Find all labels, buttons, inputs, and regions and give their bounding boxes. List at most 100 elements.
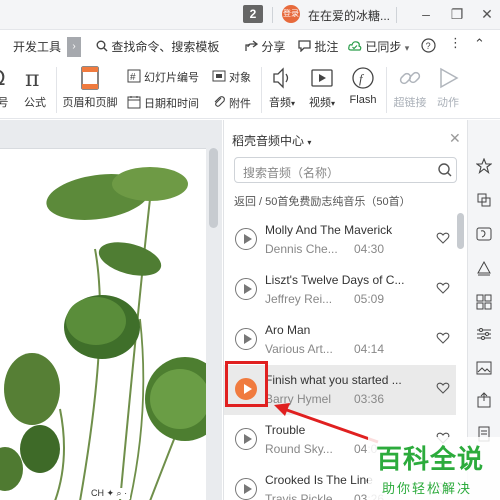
play-icon[interactable] <box>235 478 257 500</box>
play-action-icon <box>440 67 459 89</box>
share-button[interactable]: 分享 <box>245 38 285 55</box>
attachment-button[interactable]: 附件 <box>212 95 251 111</box>
object-icon <box>212 70 226 82</box>
audio-button[interactable]: 音频▾ <box>264 65 300 110</box>
star-shape-icon[interactable] <box>476 158 492 174</box>
slide-number-button[interactable]: # 幻灯片编号 <box>127 69 199 85</box>
ribbon-divider <box>56 67 57 113</box>
chevron-down-icon: ▾ <box>330 99 335 108</box>
command-search[interactable]: 查找命令、搜索模板 <box>96 38 219 55</box>
share-icon <box>245 40 259 51</box>
menu-dev-tools[interactable]: 开发工具 <box>13 38 61 55</box>
watermark-sub-text: 助你轻松解决 <box>382 481 473 496</box>
transform-icon[interactable] <box>476 192 492 208</box>
object-button[interactable]: 对象 <box>212 69 251 85</box>
ribbon-toolbar: Ω 号 π 公式 页眉和页脚 #幻灯片编号 对象 日期和时间 附件 音频▾ 视频… <box>0 61 500 119</box>
settings-sliders-icon[interactable] <box>476 326 492 342</box>
list-item[interactable]: Liszt's Twelve Days of C... Jeffrey Rei..… <box>224 265 456 315</box>
restore-icon[interactable]: ❐ <box>446 4 468 24</box>
heart-icon[interactable] <box>436 281 450 295</box>
scrollbar-thumb[interactable] <box>209 148 218 228</box>
link-icon <box>399 71 421 85</box>
hyperlink-label: 超链接 <box>393 97 427 109</box>
document-tab-title[interactable]: 在在爱的冰糖... <box>308 7 390 24</box>
close-icon[interactable]: ✕ <box>449 130 461 147</box>
document-area[interactable]: CH ✦ ⌕ · <box>0 120 225 500</box>
play-icon[interactable] <box>235 278 257 300</box>
track-artist: Travis Pickle <box>265 492 333 500</box>
track-artist: Jeffrey Rei... <box>265 292 333 306</box>
red-arrow-annotation <box>274 403 379 444</box>
hash-icon: # <box>127 69 141 83</box>
svg-text:?: ? <box>426 41 431 51</box>
pi-icon: π <box>25 67 39 91</box>
minimize-icon[interactable]: – <box>415 4 437 24</box>
help-icon[interactable]: ? <box>421 38 436 56</box>
svg-text:Ω: Ω <box>0 66 5 90</box>
hyperlink-button[interactable]: 超链接 <box>390 65 430 110</box>
chevron-right-icon[interactable]: › <box>67 37 81 57</box>
ribbon-partial-label: 号 <box>0 97 9 109</box>
header-footer-button[interactable]: 页眉和页脚 <box>60 65 120 110</box>
command-search-label: 查找命令、搜索模板 <box>111 40 220 54</box>
collapse-ribbon-icon[interactable]: ⌃ <box>474 36 485 52</box>
wps-cloud-icon[interactable] <box>476 226 492 242</box>
close-icon[interactable]: ✕ <box>476 4 498 24</box>
scrollbar-thumb[interactable] <box>457 213 464 249</box>
window-count-badge[interactable]: 2 <box>243 5 263 23</box>
document-scrollbar[interactable] <box>209 148 218 500</box>
ime-label: CH <box>91 488 104 498</box>
omega-icon: Ω <box>0 66 5 90</box>
search-icon[interactable] <box>437 162 453 178</box>
audio-search-input[interactable]: 搜索音频（名称） <box>234 157 457 183</box>
fill-icon[interactable] <box>476 260 492 276</box>
slide-canvas[interactable] <box>0 148 225 500</box>
svg-text:#: # <box>130 72 136 83</box>
play-icon[interactable] <box>235 428 257 450</box>
heart-icon[interactable] <box>436 231 450 245</box>
heart-icon[interactable] <box>436 331 450 345</box>
speaker-icon <box>273 67 289 89</box>
panel-title[interactable]: 稻壳音频中心 ▾ <box>232 132 311 149</box>
comment-label: 批注 <box>314 40 339 54</box>
more-icon[interactable]: ⋮ <box>449 35 462 51</box>
breadcrumb[interactable]: 返回 / 50首免费励志纯音乐（50首） <box>234 193 411 209</box>
paperclip-icon <box>214 96 225 107</box>
comment-button[interactable]: 批注 <box>298 38 338 55</box>
track-duration: 05:09 <box>354 292 385 306</box>
share-label: 分享 <box>261 40 286 54</box>
heart-icon[interactable] <box>436 381 450 395</box>
svg-text:π: π <box>25 67 39 91</box>
share-export-icon[interactable] <box>476 392 492 408</box>
ribbon-partial-button[interactable]: Ω 号 <box>0 65 12 110</box>
image-icon[interactable] <box>476 360 492 376</box>
calendar-icon <box>127 96 141 109</box>
sync-status[interactable]: 已同步 ▾ <box>348 38 409 55</box>
action-button[interactable]: 动作 <box>432 65 464 110</box>
date-time-button[interactable]: 日期和时间 <box>127 95 199 111</box>
flash-icon: f <box>352 67 374 89</box>
audio-label: 音频 <box>268 97 291 109</box>
play-icon[interactable] <box>235 328 257 350</box>
grid-icon[interactable] <box>476 294 492 310</box>
flash-button[interactable]: f Flash <box>345 65 381 106</box>
formula-button[interactable]: π 公式 <box>20 65 50 110</box>
watermark-main-text: 百科全说 <box>376 444 485 474</box>
ime-status[interactable]: CH ✦ ⌕ · <box>88 488 131 499</box>
flash-label: Flash <box>349 94 377 106</box>
video-label: 视频 <box>308 97 331 109</box>
sync-cloud-icon <box>348 41 362 51</box>
video-button[interactable]: 视频▾ <box>304 65 340 110</box>
list-item[interactable]: Aro Man Various Art... 04:14 <box>224 315 456 365</box>
date-time-label: 日期和时间 <box>144 98 199 110</box>
title-divider <box>272 7 273 23</box>
track-title: Finish what you started ... <box>265 373 402 387</box>
play-icon[interactable] <box>235 228 257 250</box>
header-footer-icon <box>81 66 99 90</box>
track-title: Aro Man <box>265 323 311 337</box>
highlight-box <box>225 361 268 407</box>
object-label: 对象 <box>229 72 251 84</box>
formula-label: 公式 <box>24 97 46 109</box>
list-item[interactable]: Molly And The Maverick Dennis Che... 04:30 <box>224 215 456 265</box>
avatar[interactable]: 登录 <box>282 5 300 23</box>
